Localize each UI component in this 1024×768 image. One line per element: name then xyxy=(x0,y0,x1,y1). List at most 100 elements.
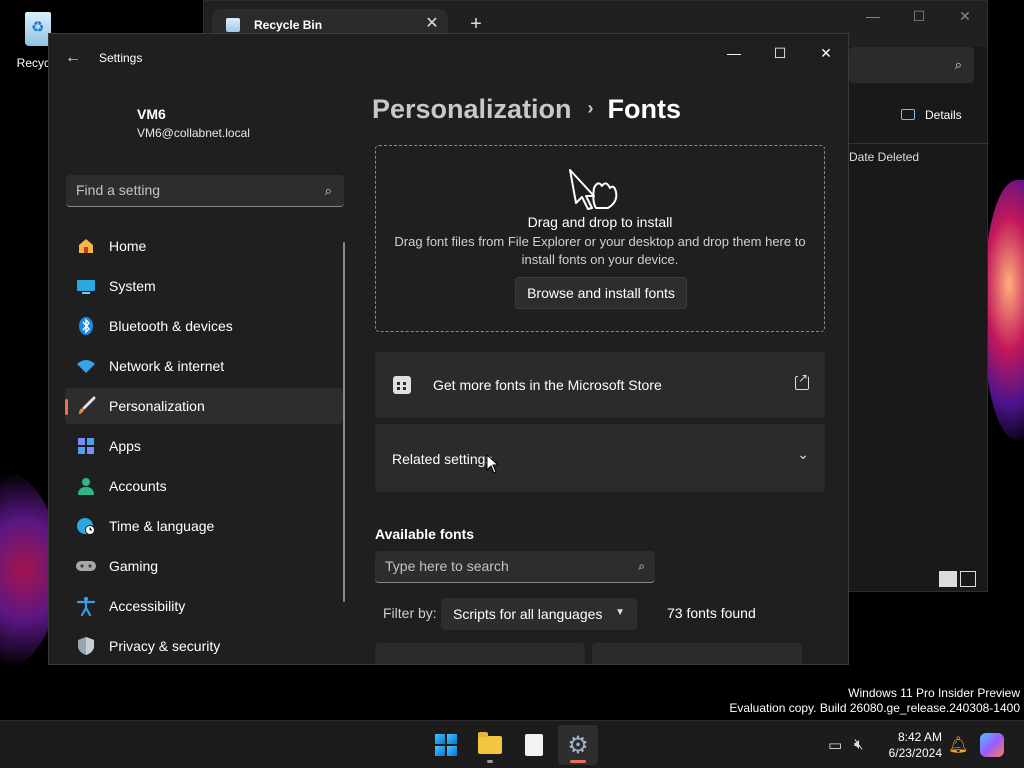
taskbar-settings[interactable]: ⚙ xyxy=(558,725,598,765)
sidebar-item-label: Accessibility xyxy=(109,598,186,614)
drop-zone-title: Drag and drop to install xyxy=(527,214,673,230)
notification-bell-icon[interactable]: 🔔︎ xyxy=(948,735,968,755)
page-title: Fonts xyxy=(607,94,682,124)
desktop: Recycle Recycle Bin ✕ + — ☐ ✕ ⌕ Details … xyxy=(0,0,1024,720)
related-settings-label: Related settings xyxy=(392,451,493,467)
drop-zone-subtitle: Drag font files from File Explorer or yo… xyxy=(394,234,806,267)
microsoft-store-fonts-link[interactable]: Get more fonts in the Microsoft Store xyxy=(375,352,825,418)
display-icon[interactable]: ▭ xyxy=(828,736,842,754)
sidebar-item-home[interactable]: Home xyxy=(65,228,343,264)
minimize-button[interactable]: — xyxy=(711,38,757,68)
folder-icon xyxy=(478,732,502,754)
details-button[interactable]: Details xyxy=(901,108,962,122)
start-button[interactable] xyxy=(426,725,466,765)
explorer-search-box[interactable]: ⌕ xyxy=(849,47,974,83)
script-filter-dropdown[interactable]: Scripts for all languages ▼ xyxy=(441,598,637,630)
windows-logo-icon xyxy=(435,734,457,756)
recycle-bin-icon xyxy=(226,18,240,32)
breadcrumb: Personalization › Fonts xyxy=(372,94,681,125)
profile-email: VM6@collabnet.local xyxy=(137,126,250,140)
browse-install-fonts-button[interactable]: Browse and install fonts xyxy=(515,277,687,309)
explorer-divider xyxy=(849,143,989,144)
explorer-tab-label: Recycle Bin xyxy=(254,18,323,32)
taskbar-file-explorer[interactable] xyxy=(470,725,510,765)
related-settings-expander[interactable]: Related settings ⌄ xyxy=(375,424,825,492)
details-label: Details xyxy=(925,108,962,122)
font-tile[interactable] xyxy=(375,643,585,664)
close-tab-icon[interactable]: ✕ xyxy=(422,14,442,34)
find-setting-box: ⌕ xyxy=(66,175,344,207)
gamepad-icon xyxy=(75,555,97,577)
sidebar-item-privacy[interactable]: Privacy & security xyxy=(65,628,343,664)
watermark-line-1: Windows 11 Pro Insider Preview xyxy=(848,686,1020,700)
sidebar-nav: Home System Bluetooth & devices Network … xyxy=(65,228,343,664)
sidebar-item-label: Gaming xyxy=(109,558,159,574)
sidebar-item-apps[interactable]: Apps xyxy=(65,428,343,464)
fonts-found-count: 73 fonts found xyxy=(667,605,756,621)
font-tile[interactable] xyxy=(592,643,802,664)
wifi-icon xyxy=(75,355,97,377)
profile-name: VM6 xyxy=(137,106,166,122)
store-icon xyxy=(393,376,411,394)
search-icon[interactable]: ⌕ xyxy=(325,183,332,199)
explorer-minimize-button[interactable]: — xyxy=(850,5,896,27)
sidebar-item-accounts[interactable]: Accounts xyxy=(65,468,343,504)
sidebar-item-label: Accounts xyxy=(109,478,167,494)
explorer-maximize-button[interactable]: ☐ xyxy=(896,5,942,27)
sidebar-item-label: Personalization xyxy=(109,398,205,414)
back-button[interactable]: ← xyxy=(61,46,85,70)
font-drop-zone[interactable]: Drag and drop to install Drag font files… xyxy=(375,145,825,332)
title-bar: ← Settings — ☐ ✕ xyxy=(49,34,848,82)
search-icon: ⌕ xyxy=(954,57,962,72)
drag-hand-icon xyxy=(569,169,618,210)
accessibility-icon xyxy=(75,595,97,617)
font-search-input[interactable] xyxy=(375,551,615,581)
column-header-date-deleted[interactable]: Date Deleted xyxy=(849,150,919,164)
home-icon xyxy=(75,235,97,257)
details-pane-icon xyxy=(901,109,915,120)
sidebar-item-accessibility[interactable]: Accessibility xyxy=(65,588,343,624)
sidebar-item-gaming[interactable]: Gaming xyxy=(65,548,343,584)
sidebar-item-label: System xyxy=(109,278,156,294)
filter-label: Filter by: xyxy=(383,605,437,621)
copilot-icon[interactable] xyxy=(980,733,1004,757)
sidebar-item-network[interactable]: Network & internet xyxy=(65,348,343,384)
details-view-icon[interactable] xyxy=(939,571,957,587)
chevron-down-icon: ▼ xyxy=(615,607,625,618)
tiles-view-icon[interactable] xyxy=(960,571,976,587)
close-button[interactable]: ✕ xyxy=(803,38,848,68)
evaluation-watermark: Windows 11 Pro Insider Preview Evaluatio… xyxy=(729,686,1020,716)
mouse-cursor-icon xyxy=(486,454,498,474)
maximize-button[interactable]: ☐ xyxy=(757,38,803,68)
wallpaper-swirl-right xyxy=(985,180,1024,440)
settings-window: ← Settings — ☐ ✕ VM6 VM6@collabnet.local… xyxy=(48,33,849,665)
volume-muted-icon[interactable]: 🔇︎ xyxy=(854,736,863,753)
store-link-label: Get more fonts in the Microsoft Store xyxy=(433,377,662,393)
shield-icon xyxy=(75,635,97,657)
taskbar-notepad[interactable] xyxy=(514,725,554,765)
system-icon xyxy=(75,275,97,297)
sidebar-item-bluetooth[interactable]: Bluetooth & devices xyxy=(65,308,343,344)
globe-icon xyxy=(75,515,97,537)
notepad-icon xyxy=(525,734,543,756)
sidebar-item-system[interactable]: System xyxy=(65,268,343,304)
sidebar-item-time-language[interactable]: Time & language xyxy=(65,508,343,544)
find-setting-input[interactable] xyxy=(66,175,296,205)
sidebar-item-label: Apps xyxy=(109,438,141,454)
sidebar-item-label: Home xyxy=(109,238,147,254)
sidebar-item-personalization[interactable]: Personalization xyxy=(65,388,343,424)
search-icon[interactable]: ⌕ xyxy=(638,559,645,574)
filter-selected-value: Scripts for all languages xyxy=(453,606,603,622)
breadcrumb-parent[interactable]: Personalization xyxy=(372,94,572,124)
brush-icon xyxy=(75,395,97,417)
sidebar-item-label: Time & language xyxy=(109,518,215,534)
chevron-right-icon: › xyxy=(587,98,594,118)
user-profile[interactable]: VM6 VM6@collabnet.local xyxy=(137,106,250,140)
sidebar-item-label: Privacy & security xyxy=(109,638,221,654)
bluetooth-icon xyxy=(75,315,97,337)
clock-date: 6/23/2024 xyxy=(888,746,942,760)
explorer-close-button[interactable]: ✕ xyxy=(942,5,988,27)
sidebar-scrollbar[interactable] xyxy=(343,242,345,602)
app-title: Settings xyxy=(99,51,143,65)
system-clock[interactable]: 8:42 AM 6/23/2024 xyxy=(876,729,942,761)
